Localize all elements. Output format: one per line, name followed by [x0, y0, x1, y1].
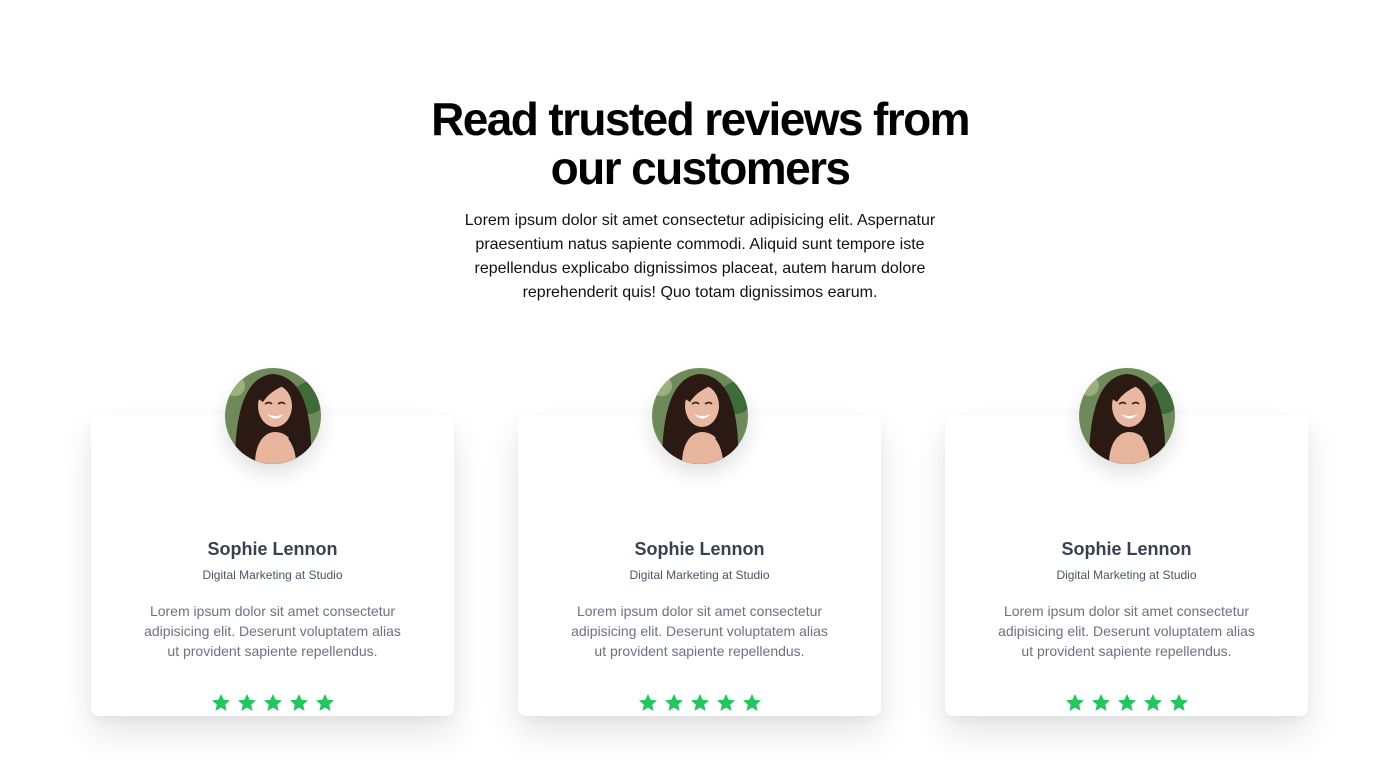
review-text: Lorem ipsum dolor sit amet consectetur a… — [144, 603, 401, 659]
star-icon — [663, 692, 685, 714]
star-icon — [741, 692, 763, 714]
reviews-grid: Sophie Lennon Digital Marketing at Studi… — [0, 367, 1400, 727]
star-icon — [1142, 692, 1164, 714]
star-icon — [689, 692, 711, 714]
review-text: Lorem ipsum dolor sit amet consectetur a… — [998, 603, 1255, 659]
star-icon — [1168, 692, 1190, 714]
star-icon — [637, 692, 659, 714]
star-rating — [91, 692, 454, 714]
star-icon — [1090, 692, 1112, 714]
review-text: Lorem ipsum dolor sit amet consectetur a… — [571, 603, 828, 659]
star-icon — [236, 692, 258, 714]
reviewer-role: Digital Marketing at Studio — [629, 568, 770, 582]
reviewer-role: Digital Marketing at Studio — [1056, 568, 1197, 582]
reviews-page: Read trusted reviews from our customers … — [0, 0, 1400, 775]
star-icon — [262, 692, 284, 714]
star-rating — [945, 692, 1308, 714]
review-card: Sophie Lennon Digital Marketing at Studi… — [91, 367, 454, 717]
star-icon — [314, 692, 336, 714]
star-rating — [518, 692, 881, 714]
star-icon — [288, 692, 310, 714]
star-icon — [210, 692, 232, 714]
star-icon — [1116, 692, 1138, 714]
reviewer-role: Digital Marketing at Studio — [202, 568, 343, 582]
reviewer-name: Sophie Lennon — [207, 539, 338, 559]
page-subtitle: Lorem ipsum dolor sit amet consectetur a… — [464, 212, 936, 301]
reviewer-name: Sophie Lennon — [634, 539, 765, 559]
review-card: Sophie Lennon Digital Marketing at Studi… — [518, 367, 881, 717]
avatar — [1079, 368, 1175, 464]
reviewer-name: Sophie Lennon — [1061, 539, 1192, 559]
avatar — [652, 368, 748, 464]
review-card: Sophie Lennon Digital Marketing at Studi… — [945, 367, 1308, 717]
avatar — [225, 368, 321, 464]
star-icon — [1064, 692, 1086, 714]
star-icon — [715, 692, 737, 714]
hero-section: Read trusted reviews from our customers … — [0, 95, 1400, 305]
page-title: Read trusted reviews from our customers — [431, 93, 970, 194]
